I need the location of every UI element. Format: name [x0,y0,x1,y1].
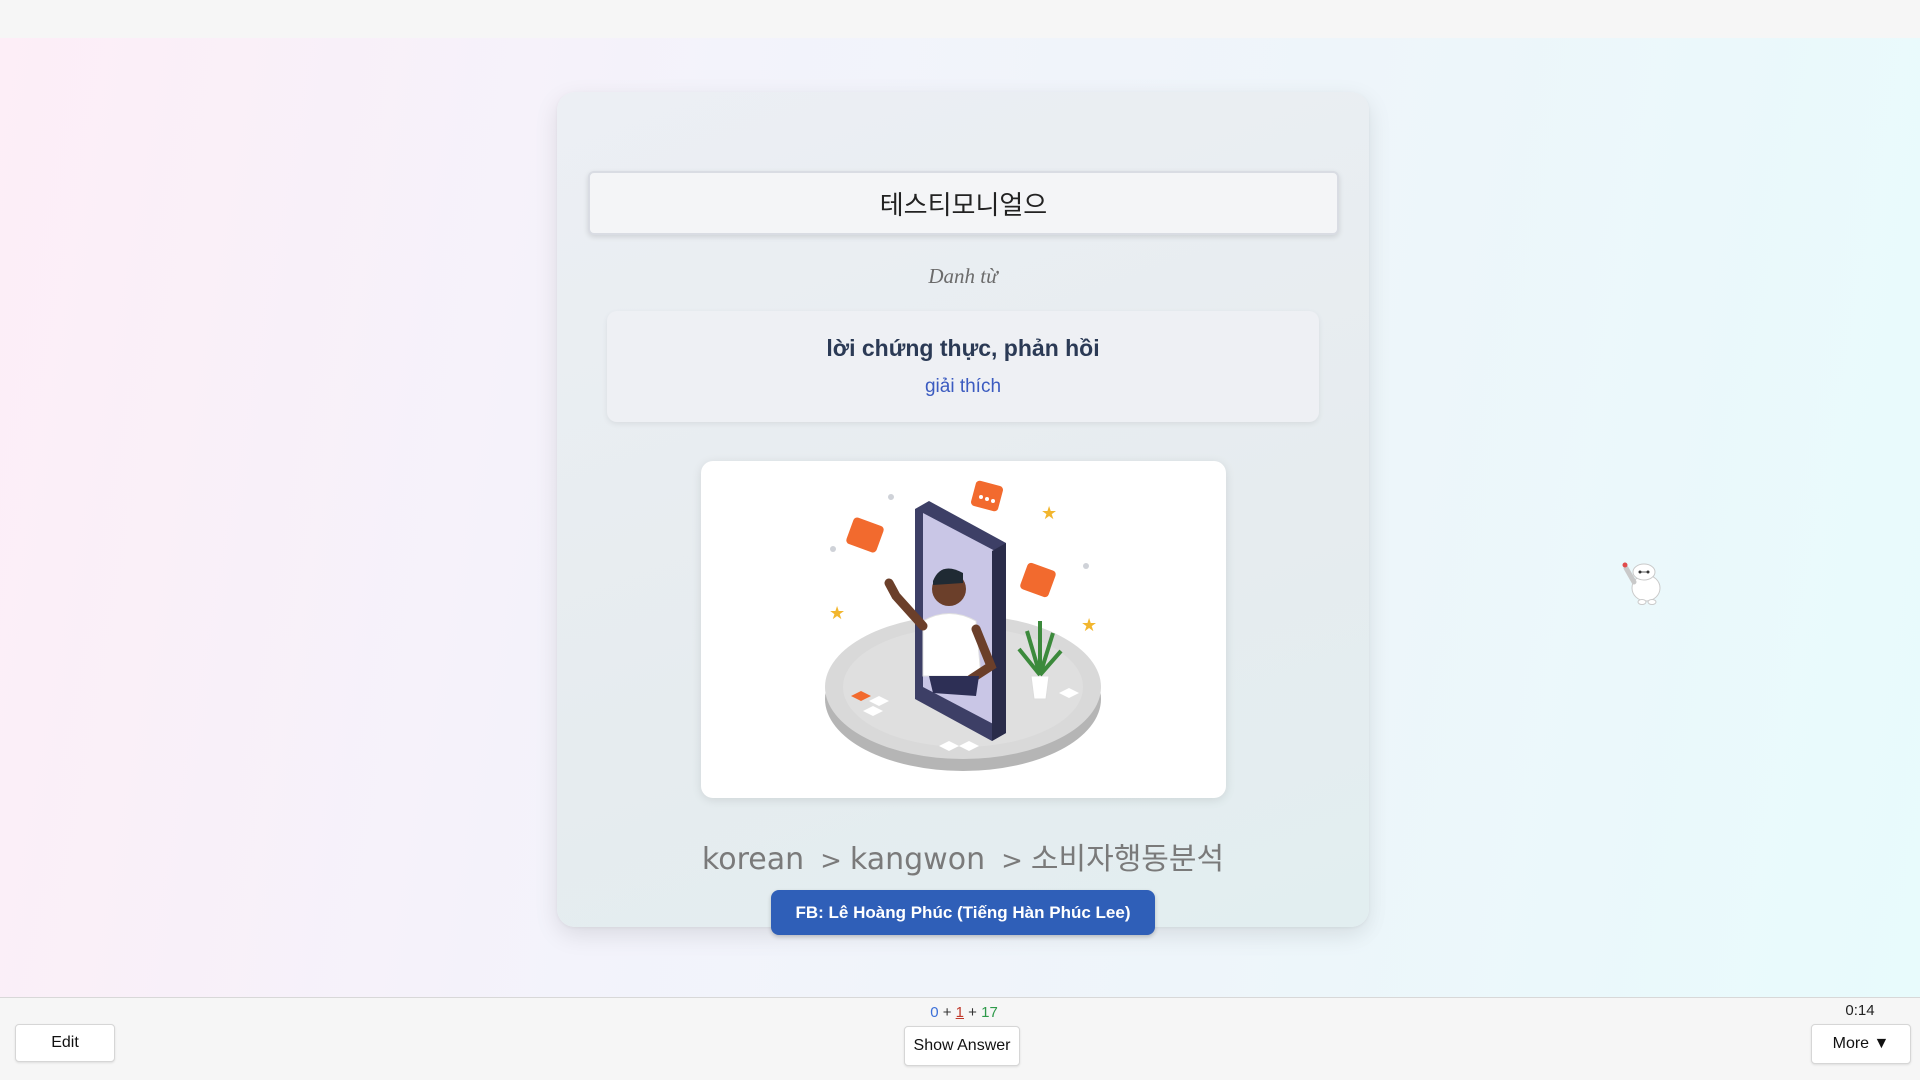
meaning-text: lời chứng thực, phản hồi [826,335,1100,361]
deck-breadcrumb: korean > kangwon > 소비자행동분석 [557,834,1369,878]
facebook-link-button[interactable]: FB: Lê Hoàng Phúc (Tiếng Hàn Phúc Lee) [771,890,1155,935]
breadcrumb-item: kangwon [849,842,986,877]
meaning-box: lời chứng thực, phản hồi giải thích [607,311,1319,422]
illustration-image: ★ ★ ★ [701,461,1226,798]
illustration-graphic: ★ ★ ★ [825,480,1101,771]
explain-link[interactable]: giải thích [607,376,1319,398]
svg-text:★: ★ [1041,503,1057,524]
edit-button[interactable]: Edit [15,1024,115,1062]
breadcrumb-item: korean [701,842,805,877]
term-text: 테스티모니얼으 [879,190,1048,221]
part-of-speech: Danh từ [928,264,998,288]
learning-count: 1 [955,1004,964,1021]
top-bar [0,0,1920,38]
more-button[interactable]: More ▼ [1811,1024,1911,1064]
due-counts: 0 + 1 + 17 [0,1004,1920,1021]
flashcard: 테스티모니얼으 Danh từ lời chứng thực, phản hồi… [557,92,1369,935]
count-plus: + [942,1004,952,1021]
svg-text:★: ★ [1081,615,1097,636]
baymax-waving-icon [1622,562,1661,605]
count-plus: + [968,1004,977,1021]
term-box: 테스티모니얼으 [588,171,1339,235]
review-count: 17 [981,1004,998,1021]
svg-text:★: ★ [829,603,845,624]
breadcrumb-separator: > [820,846,842,876]
review-area: 테스티모니얼으 Danh từ lời chứng thực, phản hồi… [0,38,1920,998]
breadcrumb-item: 소비자행동분석 [1030,842,1225,877]
show-answer-button[interactable]: Show Answer [904,1026,1020,1066]
new-count: 0 [930,1004,939,1021]
breadcrumb-separator: > [1001,846,1023,876]
card-timer: 0:14 [1845,1002,1875,1019]
